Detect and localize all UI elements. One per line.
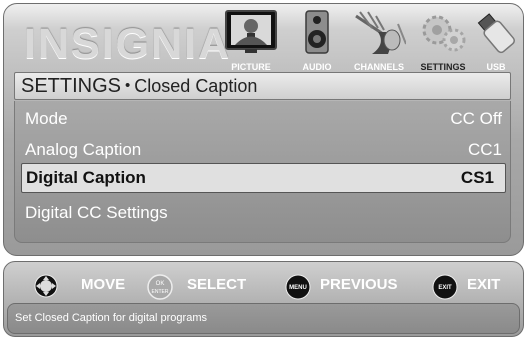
tab-label: SETTINGS [420, 62, 466, 72]
gear-icon [422, 15, 466, 52]
brand-logo: INSIGNIATM [24, 20, 244, 69]
menu-item-label: Digital Caption [26, 168, 146, 187]
ok-enter-button-icon: OK ENTER [147, 274, 173, 300]
picture-icon [225, 10, 277, 53]
previous-label: PREVIOUS [320, 276, 398, 293]
menu-item-analog-caption[interactable]: Analog Caption CC1 [15, 135, 512, 165]
menu-list: Mode CC Off Analog Caption CC1 Digital C… [14, 101, 511, 243]
speaker-icon [305, 10, 329, 54]
menu-item-digital-cc-settings[interactable]: Digital CC Settings [15, 198, 512, 228]
menu-item-label: Mode [25, 109, 68, 128]
exit-hint: EXIT EXIT [432, 274, 512, 300]
menu-button-icon: MENU [285, 274, 311, 300]
menu-item-label: Analog Caption [25, 140, 142, 159]
menu-item-value: CC Off [450, 109, 502, 128]
move-hint: MOVE [34, 274, 144, 298]
svg-text:MENU: MENU [289, 285, 307, 291]
svg-text:EXIT: EXIT [438, 285, 452, 291]
menu-item-value: CC1 [467, 140, 502, 159]
menu-item-mode[interactable]: Mode CC Off [15, 104, 512, 134]
tab-label: PICTURE [231, 62, 271, 72]
help-text: Set Closed Caption for digital programs [15, 312, 207, 324]
section-subtitle: Closed Caption [134, 76, 258, 96]
svg-text:OK: OK [156, 281, 165, 287]
title-separator: • [125, 77, 131, 94]
svg-text:ENTER: ENTER [152, 289, 169, 295]
tab-label: AUDIO [302, 62, 332, 72]
tab-label: USB [486, 62, 506, 72]
tab-picture[interactable]: PICTURE [218, 10, 284, 72]
move-label: MOVE [81, 276, 126, 293]
help-status-bar: Set Closed Caption for digital programs [7, 303, 520, 334]
exit-label: EXIT [467, 276, 501, 293]
tab-label: CHANNELS [353, 62, 404, 72]
dpad-icon [34, 274, 58, 298]
menu-item-label: Digital CC Settings [25, 203, 168, 222]
page-title: SETTINGS • Closed Caption [14, 72, 511, 100]
tab-audio[interactable]: AUDIO [296, 10, 338, 72]
section-title: SETTINGS [21, 75, 122, 97]
tab-settings[interactable]: SETTINGS [416, 10, 470, 72]
previous-hint: MENU PREVIOUS [285, 274, 425, 300]
menu-item-digital-caption[interactable]: Digital Caption CS1 [21, 163, 506, 193]
antenna-icon [355, 11, 406, 54]
tab-usb[interactable]: USB [474, 10, 518, 72]
menu-item-value: CS1 [460, 168, 494, 187]
select-label: SELECT [187, 276, 247, 293]
select-hint: OK ENTER SELECT [147, 274, 267, 300]
tab-channels[interactable]: CHANNELS [348, 10, 410, 72]
usb-drive-icon [477, 13, 515, 54]
exit-button-icon: EXIT [432, 274, 458, 300]
